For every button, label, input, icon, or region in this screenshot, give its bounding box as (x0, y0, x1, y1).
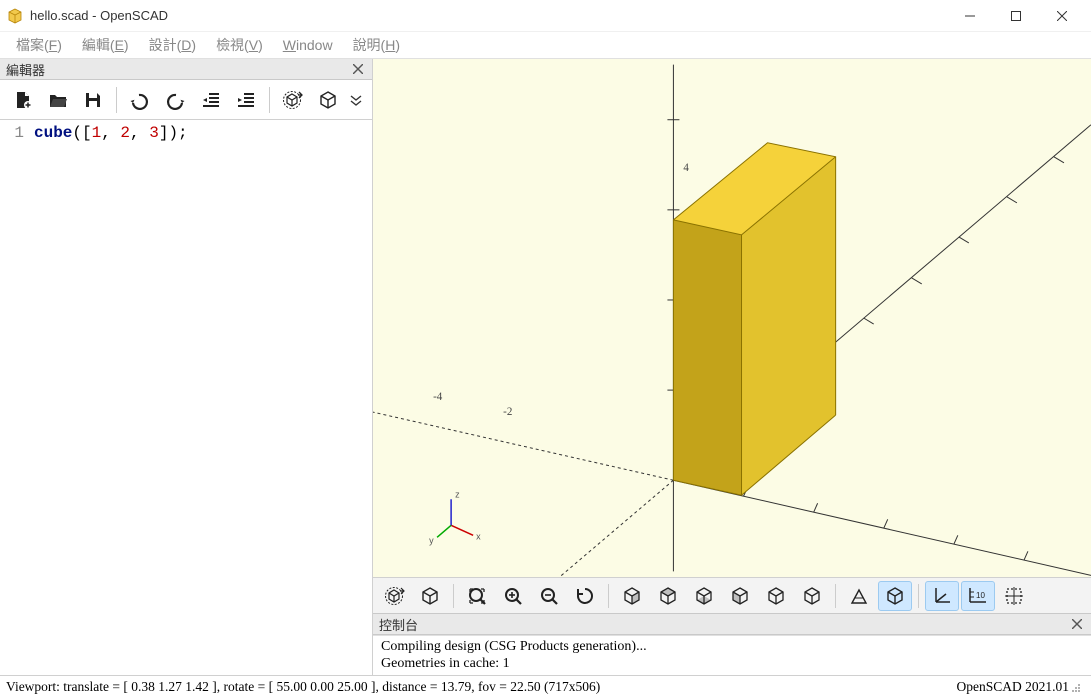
new-file-button[interactable] (6, 83, 39, 117)
reset-view-button[interactable] (568, 581, 602, 611)
code-token: ([ (72, 124, 91, 142)
perspective-button[interactable] (842, 581, 876, 611)
unindent-button[interactable] (194, 83, 227, 117)
window-title: hello.scad - OpenSCAD (30, 8, 168, 23)
code-token: 1 (92, 124, 102, 142)
console-title: 控制台 (379, 615, 1069, 634)
toolbar-separator (918, 584, 919, 608)
toolbar-separator (116, 87, 117, 113)
code-token: 2 (120, 124, 130, 142)
status-version: OpenSCAD 2021.01 (956, 679, 1069, 695)
render-button[interactable] (413, 581, 447, 611)
menu-file[interactable]: 檔案(F) (8, 33, 70, 57)
code-token: ]); (159, 124, 188, 142)
view-top-button[interactable] (651, 581, 685, 611)
show-crosshair-button[interactable] (997, 581, 1031, 611)
app-icon (6, 7, 24, 25)
indent-button[interactable] (229, 83, 262, 117)
resize-grip-icon[interactable] (1069, 681, 1085, 693)
svg-text:10: 10 (976, 591, 985, 600)
viewport-toolbar: 10 (373, 577, 1091, 613)
show-axes-button[interactable] (925, 581, 959, 611)
svg-text:y: y (429, 535, 434, 545)
redo-button[interactable] (158, 83, 191, 117)
status-viewport-info: Viewport: translate = [ 0.38 1.27 1.42 ]… (6, 679, 956, 695)
svg-text:z: z (455, 489, 460, 499)
code-token: cube (34, 124, 72, 142)
toolbar-separator (608, 584, 609, 608)
view-front-button[interactable] (759, 581, 793, 611)
line-number: 1 (0, 124, 24, 142)
code-token: , (101, 124, 120, 142)
titlebar: hello.scad - OpenSCAD (0, 0, 1091, 32)
view-bottom-button[interactable] (687, 581, 721, 611)
view-back-button[interactable] (795, 581, 829, 611)
toolbar-overflow-button[interactable] (346, 90, 366, 110)
line-number-gutter: 1 (0, 120, 30, 675)
save-file-button[interactable] (77, 83, 110, 117)
status-bar: Viewport: translate = [ 0.38 1.27 1.42 ]… (0, 675, 1091, 697)
editor-close-button[interactable] (350, 61, 366, 77)
editor-pane: 編輯器 (0, 59, 373, 675)
view-right-button[interactable] (615, 581, 649, 611)
render-button[interactable] (311, 83, 344, 117)
toolbar-separator (269, 87, 270, 113)
preview-button[interactable] (377, 581, 411, 611)
undo-button[interactable] (123, 83, 156, 117)
code-area[interactable]: cube([1, 2, 3]); (30, 120, 372, 675)
menu-edit[interactable]: 編輯(E) (74, 33, 137, 57)
toolbar-separator (453, 584, 454, 608)
console-header: 控制台 (373, 614, 1091, 635)
editor-toolbar (0, 80, 372, 120)
svg-text:-4: -4 (433, 391, 443, 403)
preview-button[interactable] (276, 83, 309, 117)
main-area: 編輯器 (0, 58, 1091, 675)
minimize-button[interactable] (947, 0, 993, 32)
editor-header: 編輯器 (0, 59, 372, 80)
svg-text:x: x (476, 531, 481, 541)
menu-design[interactable]: 設計(D) (141, 33, 204, 57)
editor-title: 編輯器 (6, 60, 350, 79)
console-output[interactable]: Compiling design (CSG Products generatio… (373, 635, 1091, 675)
orthogonal-button[interactable] (878, 581, 912, 611)
svg-text:-2: -2 (503, 406, 512, 418)
show-scale-button[interactable]: 10 (961, 581, 995, 611)
console-pane: 控制台 Compiling design (CSG Products gener… (373, 613, 1091, 675)
toolbar-separator (835, 584, 836, 608)
code-token: 3 (149, 124, 159, 142)
code-editor[interactable]: 1 cube([1, 2, 3]); (0, 120, 372, 675)
zoom-out-button[interactable] (532, 581, 566, 611)
view-left-button[interactable] (723, 581, 757, 611)
open-file-button[interactable] (41, 83, 74, 117)
zoom-in-button[interactable] (496, 581, 530, 611)
right-pane: -2 -4 4 ru (373, 59, 1091, 675)
svg-text:4: 4 (683, 162, 689, 174)
menu-view[interactable]: 檢視(V) (208, 33, 271, 57)
console-close-button[interactable] (1069, 616, 1085, 632)
menu-window[interactable]: Window (275, 35, 341, 55)
3d-viewport[interactable]: -2 -4 4 ru (373, 59, 1091, 577)
maximize-button[interactable] (993, 0, 1039, 32)
console-line: Compiling design (CSG Products generatio… (381, 638, 1083, 655)
close-button[interactable] (1039, 0, 1085, 32)
menubar: 檔案(F) 編輯(E) 設計(D) 檢視(V) Window 說明(H) (0, 32, 1091, 58)
menu-help[interactable]: 說明(H) (345, 33, 408, 57)
console-line: Geometries in cache: 1 (381, 655, 1083, 672)
code-token: , (130, 124, 149, 142)
view-all-button[interactable] (460, 581, 494, 611)
